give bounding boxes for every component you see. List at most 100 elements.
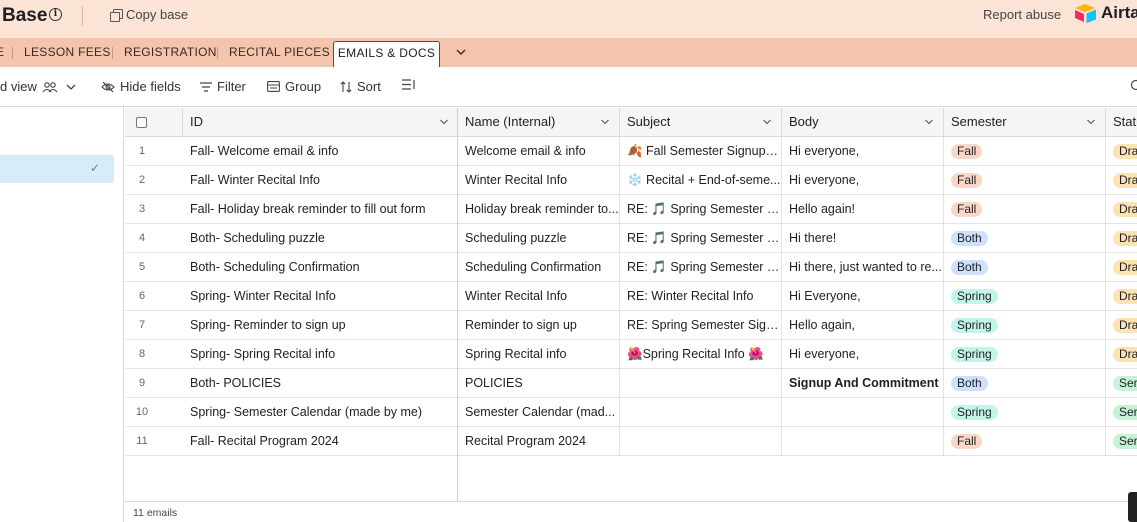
cell-body[interactable]: Hello again, [782, 311, 944, 339]
cell-name[interactable]: Winter Recital Info [458, 282, 620, 310]
view-switcher[interactable]: d view [0, 79, 77, 94]
column-header-semester[interactable]: Semester [944, 108, 1106, 137]
cell-id[interactable]: Spring- Spring Recital info [183, 340, 458, 368]
cell-status[interactable]: Dra [1106, 311, 1137, 339]
row-height-button[interactable] [402, 79, 416, 90]
cell-name[interactable]: Scheduling Confirmation [458, 253, 620, 281]
cell-body[interactable] [782, 398, 944, 426]
cell-name[interactable]: Spring Recital info [458, 340, 620, 368]
cell-subject[interactable] [620, 369, 782, 397]
sidebar-item-grid-view[interactable]: ✓ [0, 155, 114, 183]
cell-subject[interactable] [620, 427, 782, 455]
column-header-id[interactable]: ID [183, 108, 458, 137]
cell-id[interactable]: Both- Scheduling Confirmation [183, 253, 458, 281]
select-all-checkbox[interactable] [136, 117, 147, 128]
cell-id[interactable]: Spring- Reminder to sign up [183, 311, 458, 339]
cell-id[interactable]: Fall- Winter Recital Info [183, 166, 458, 194]
cell-status[interactable]: Dra [1106, 166, 1137, 194]
cell-subject[interactable]: RE: 🎵 Spring Semester S... [620, 253, 782, 281]
cell-subject[interactable]: RE: Spring Semester Sign... [620, 311, 782, 339]
copy-base-button[interactable]: Copy base [110, 7, 188, 22]
table-row[interactable]: 9 Both- POLICIES POLICIES Signup And Commit… [125, 369, 1137, 398]
column-header-status[interactable]: Statu [1106, 108, 1137, 137]
cell-status[interactable]: Dra [1106, 195, 1137, 223]
table-row[interactable]: 10 Spring- Semester Calendar (made by me)… [125, 398, 1137, 427]
cell-name[interactable]: Holiday break reminder to... [458, 195, 620, 223]
sort-button[interactable]: Sort [340, 79, 381, 94]
cell-status[interactable]: Dra [1106, 253, 1137, 281]
cell-semester[interactable]: Fall [944, 137, 1106, 165]
table-row[interactable]: 5 Both- Scheduling Confirmation Scheduling… [125, 253, 1137, 282]
cell-semester[interactable]: Fall [944, 427, 1106, 455]
cell-subject[interactable]: ❄️ Recital + End-of-seme... [620, 166, 782, 194]
cell-semester[interactable]: Both [944, 369, 1106, 397]
cell-status[interactable]: Dra [1106, 224, 1137, 252]
cell-body[interactable]: Hi there, just wanted to re... [782, 253, 944, 281]
cell-semester[interactable]: Both [944, 253, 1106, 281]
cell-semester[interactable]: Spring [944, 282, 1106, 310]
column-header-name[interactable]: Name (Internal) [458, 108, 620, 137]
hide-fields-button[interactable]: Hide fields [101, 79, 181, 94]
cell-status[interactable]: Ser [1106, 398, 1137, 426]
table-row[interactable]: 7 Spring- Reminder to sign up Reminder to … [125, 311, 1137, 340]
cell-id[interactable]: Fall- Recital Program 2024 [183, 427, 458, 455]
group-button[interactable]: Group [267, 79, 321, 94]
tab-emails-docs[interactable]: EMAILS & DOCS [333, 41, 440, 67]
table-row[interactable]: 1 Fall- Welcome email & info Welcome email… [125, 137, 1137, 166]
cell-id[interactable]: Fall- Welcome email & info [183, 137, 458, 165]
chevron-down-icon[interactable] [454, 45, 468, 59]
info-icon[interactable]: i [49, 8, 62, 21]
cell-status[interactable]: Ser [1106, 427, 1137, 455]
tab-partial[interactable]: E [0, 38, 4, 67]
help-button[interactable] [1128, 492, 1137, 522]
cell-body[interactable] [782, 427, 944, 455]
cell-subject[interactable]: 🍂 Fall Semester Signups... [620, 137, 782, 165]
cell-body[interactable]: Hi there! [782, 224, 944, 252]
cell-status[interactable]: Ser [1106, 369, 1137, 397]
cell-body[interactable]: Hi everyone, [782, 166, 944, 194]
cell-semester[interactable]: Spring [944, 340, 1106, 368]
table-row[interactable]: 3 Fall- Holiday break reminder to fill ou… [125, 195, 1137, 224]
column-header-subject[interactable]: Subject [620, 108, 782, 137]
cell-name[interactable]: Scheduling puzzle [458, 224, 620, 252]
tab-recital-pieces[interactable]: RECITAL PIECES [229, 38, 330, 67]
cell-subject[interactable]: RE: 🎵 Spring Semester S... [620, 224, 782, 252]
cell-semester[interactable]: Spring [944, 311, 1106, 339]
cell-id[interactable]: Fall- Holiday break reminder to fill out… [183, 195, 458, 223]
cell-name[interactable]: Welcome email & info [458, 137, 620, 165]
cell-name[interactable]: Reminder to sign up [458, 311, 620, 339]
cell-name[interactable]: POLICIES [458, 369, 620, 397]
cell-semester[interactable]: Both [944, 224, 1106, 252]
table-row[interactable]: 8 Spring- Spring Recital info Spring Recit… [125, 340, 1137, 369]
cell-id[interactable]: Both- POLICIES [183, 369, 458, 397]
cell-name[interactable]: Winter Recital Info [458, 166, 620, 194]
cell-semester[interactable]: Fall [944, 195, 1106, 223]
cell-body[interactable]: Hi everyone, [782, 137, 944, 165]
cell-semester[interactable]: Spring [944, 398, 1106, 426]
cell-id[interactable]: Spring- Semester Calendar (made by me) [183, 398, 458, 426]
column-header-body[interactable]: Body [782, 108, 944, 137]
tab-registration[interactable]: REGISTRATION [124, 38, 217, 67]
table-row[interactable]: 2 Fall- Winter Recital Info Winter Recital… [125, 166, 1137, 195]
cell-id[interactable]: Spring- Winter Recital Info [183, 282, 458, 310]
cell-status[interactable]: Dra [1106, 340, 1137, 368]
filter-button[interactable]: Filter [200, 79, 246, 94]
cell-status[interactable]: Dra [1106, 137, 1137, 165]
cell-body[interactable]: Signup And Commitment [782, 369, 944, 397]
table-row[interactable]: 4 Both- Scheduling puzzle Scheduling puzzl… [125, 224, 1137, 253]
cell-body[interactable]: Hi Everyone, [782, 282, 944, 310]
airtable-logo[interactable]: Airta [1074, 3, 1137, 23]
cell-body[interactable]: Hi everyone, [782, 340, 944, 368]
report-abuse-link[interactable]: Report abuse [983, 7, 1061, 22]
table-row[interactable]: 6 Spring- Winter Recital Info Winter Recit… [125, 282, 1137, 311]
cell-subject[interactable]: 🌺Spring Recital Info 🌺 [620, 340, 782, 368]
cell-subject[interactable]: RE: Winter Recital Info [620, 282, 782, 310]
table-row[interactable]: 11 Fall- Recital Program 2024 Recital Prog… [125, 427, 1137, 456]
cell-name[interactable]: Semester Calendar (mad... [458, 398, 620, 426]
cell-semester[interactable]: Fall [944, 166, 1106, 194]
cell-body[interactable]: Hello again! [782, 195, 944, 223]
cell-name[interactable]: Recital Program 2024 [458, 427, 620, 455]
cell-subject[interactable] [620, 398, 782, 426]
cell-subject[interactable]: RE: 🎵 Spring Semester S... [620, 195, 782, 223]
cell-id[interactable]: Both- Scheduling puzzle [183, 224, 458, 252]
